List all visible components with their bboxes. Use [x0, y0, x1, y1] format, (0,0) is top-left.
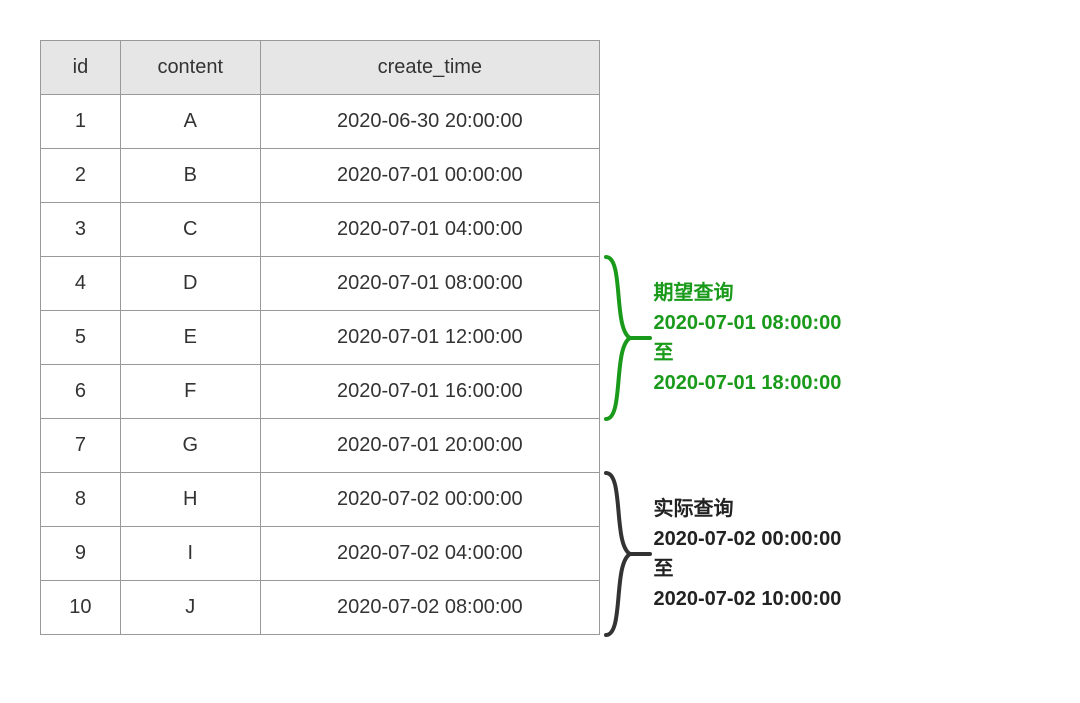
- annotation-expected-to-label: 至: [654, 338, 842, 368]
- bracket-expected-icon: [606, 253, 646, 429]
- cell-time: 2020-07-01 00:00:00: [260, 149, 599, 203]
- cell-id: 1: [41, 95, 121, 149]
- annotation-expected-title: 期望查询: [654, 278, 842, 308]
- cell-content: D: [120, 257, 260, 311]
- cell-time: 2020-07-02 04:00:00: [260, 527, 599, 581]
- cell-id: 3: [41, 203, 121, 257]
- cell-id: 10: [41, 581, 121, 635]
- annotation-actual-from: 2020-07-02 00:00:00: [654, 524, 842, 554]
- cell-id: 2: [41, 149, 121, 203]
- bracket-actual-icon: [606, 469, 646, 645]
- annotation-actual-to: 2020-07-02 10:00:00: [654, 584, 842, 614]
- cell-content: J: [120, 581, 260, 635]
- cell-id: 7: [41, 419, 121, 473]
- header-id: id: [41, 41, 121, 95]
- data-table: id content create_time 1A2020-06-30 20:0…: [40, 40, 600, 635]
- cell-id: 4: [41, 257, 121, 311]
- annotation-expected-to: 2020-07-01 18:00:00: [654, 368, 842, 398]
- cell-content: A: [120, 95, 260, 149]
- cell-time: 2020-07-01 04:00:00: [260, 203, 599, 257]
- cell-time: 2020-07-01 08:00:00: [260, 257, 599, 311]
- cell-content: B: [120, 149, 260, 203]
- annotation-actual-title: 实际查询: [654, 494, 842, 524]
- annotation-expected: 期望查询 2020-07-01 08:00:00 至 2020-07-01 18…: [654, 278, 842, 398]
- table-row: 9I2020-07-02 04:00:00: [41, 527, 600, 581]
- cell-content: G: [120, 419, 260, 473]
- table-row: 4D2020-07-01 08:00:00: [41, 257, 600, 311]
- table-row: 3C2020-07-01 04:00:00: [41, 203, 600, 257]
- cell-id: 6: [41, 365, 121, 419]
- annotation-expected-from: 2020-07-01 08:00:00: [654, 308, 842, 338]
- cell-id: 8: [41, 473, 121, 527]
- cell-time: 2020-07-01 16:00:00: [260, 365, 599, 419]
- cell-time: 2020-06-30 20:00:00: [260, 95, 599, 149]
- table-row: 1A2020-06-30 20:00:00: [41, 95, 600, 149]
- cell-content: C: [120, 203, 260, 257]
- table-row: 10J2020-07-02 08:00:00: [41, 581, 600, 635]
- cell-id: 9: [41, 527, 121, 581]
- table-row: 6F2020-07-01 16:00:00: [41, 365, 600, 419]
- header-time: create_time: [260, 41, 599, 95]
- table-header-row: id content create_time: [41, 41, 600, 95]
- cell-id: 5: [41, 311, 121, 365]
- cell-time: 2020-07-01 12:00:00: [260, 311, 599, 365]
- cell-content: I: [120, 527, 260, 581]
- cell-content: H: [120, 473, 260, 527]
- table-row: 2B2020-07-01 00:00:00: [41, 149, 600, 203]
- cell-content: F: [120, 365, 260, 419]
- cell-time: 2020-07-01 20:00:00: [260, 419, 599, 473]
- annotation-actual: 实际查询 2020-07-02 00:00:00 至 2020-07-02 10…: [654, 494, 842, 614]
- cell-time: 2020-07-02 08:00:00: [260, 581, 599, 635]
- cell-time: 2020-07-02 00:00:00: [260, 473, 599, 527]
- cell-content: E: [120, 311, 260, 365]
- header-content: content: [120, 41, 260, 95]
- annotation-actual-to-label: 至: [654, 554, 842, 584]
- table-row: 8H2020-07-02 00:00:00: [41, 473, 600, 527]
- table-row: 5E2020-07-01 12:00:00: [41, 311, 600, 365]
- table-row: 7G2020-07-01 20:00:00: [41, 419, 600, 473]
